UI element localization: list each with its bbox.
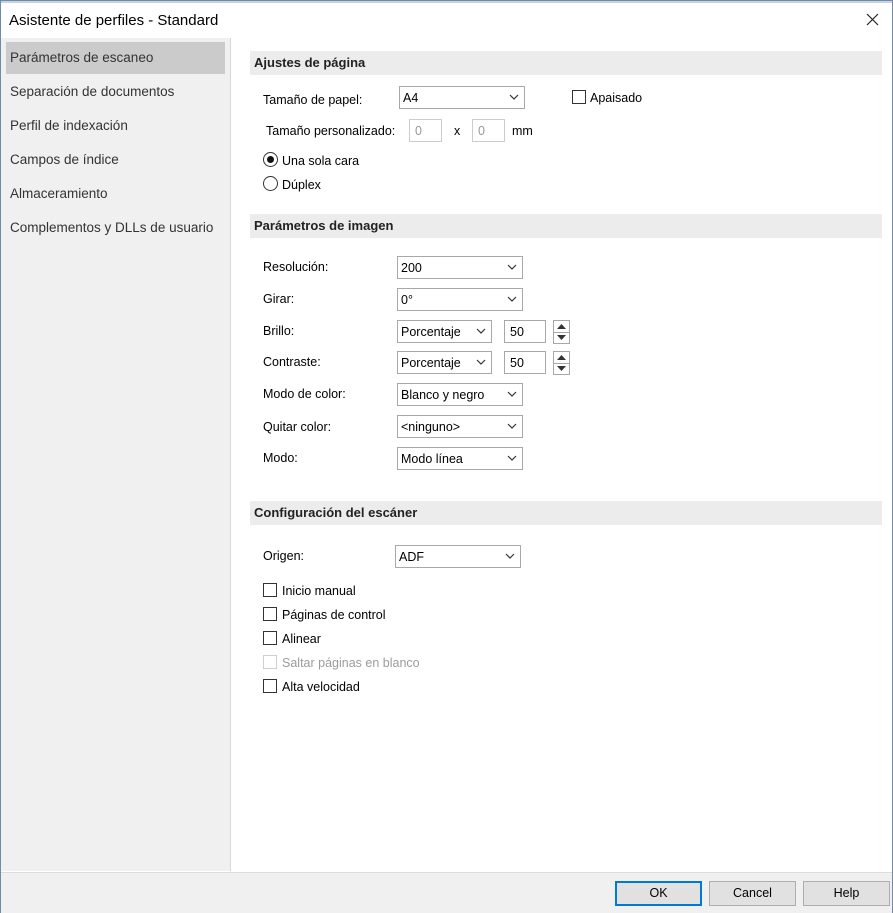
sidebar-item-index-profile[interactable]: Perfil de indexación bbox=[6, 110, 225, 142]
section-title: Parámetros de imagen bbox=[254, 218, 394, 233]
contrast-label: Contraste: bbox=[263, 355, 321, 369]
duplex-label: Dúplex bbox=[282, 178, 321, 192]
control-pages-label: Páginas de control bbox=[282, 608, 386, 622]
chevron-down-icon bbox=[507, 264, 517, 270]
section-image-settings: Parámetros de imagen bbox=[250, 214, 882, 238]
dialog-footer: OK Cancel Help bbox=[1, 872, 892, 913]
control-pages-checkbox[interactable] bbox=[263, 607, 277, 621]
rotate-dropdown[interactable]: 0° bbox=[397, 288, 523, 311]
spinner-down-button[interactable] bbox=[554, 363, 569, 374]
chevron-down-icon bbox=[509, 94, 519, 100]
chevron-down-icon bbox=[476, 359, 486, 365]
sidebar-item-index-fields[interactable]: Campos de índice bbox=[6, 144, 225, 176]
resolution-label: Resolución: bbox=[263, 260, 329, 274]
custom-height-value: 0 bbox=[478, 124, 485, 138]
spinner-down-button[interactable] bbox=[554, 332, 569, 343]
brightness-spinner[interactable] bbox=[553, 320, 570, 344]
single-side-label: Una sola cara bbox=[282, 154, 360, 168]
arrow-down-icon bbox=[557, 366, 566, 371]
help-button[interactable]: Help bbox=[803, 881, 890, 906]
title-bar: Asistente de perfiles - Standard bbox=[1, 3, 892, 37]
source-dropdown[interactable]: ADF bbox=[395, 545, 521, 568]
source-value: ADF bbox=[399, 550, 424, 564]
chevron-down-icon bbox=[507, 455, 517, 461]
brightness-input[interactable]: 50 bbox=[504, 320, 546, 343]
high-speed-checkbox[interactable] bbox=[263, 679, 277, 693]
sidebar-item-scan-parameters[interactable]: Parámetros de escaneo bbox=[6, 42, 225, 74]
section-scanner-settings: Configuración del escáner bbox=[250, 501, 882, 525]
high-speed-label: Alta velocidad bbox=[282, 680, 360, 694]
color-mode-label: Modo de color: bbox=[263, 387, 346, 401]
sidebar-item-storage[interactable]: Almaceramiento bbox=[6, 178, 225, 210]
paper-size-value: A4 bbox=[403, 91, 419, 105]
contrast-input[interactable]: 50 bbox=[504, 351, 546, 374]
radio-dot bbox=[267, 156, 274, 163]
arrow-down-icon bbox=[557, 335, 566, 340]
custom-size-separator: x bbox=[454, 124, 461, 138]
skip-blank-pages-checkbox[interactable] bbox=[263, 655, 277, 669]
close-icon bbox=[866, 13, 879, 26]
brightness-mode-value: Porcentaje bbox=[401, 325, 461, 339]
sidebar-item-document-separation[interactable]: Separación de documentos bbox=[6, 76, 225, 108]
duplex-radio[interactable] bbox=[263, 176, 278, 191]
custom-width-value: 0 bbox=[415, 124, 422, 138]
contrast-spinner[interactable] bbox=[553, 351, 570, 375]
brightness-label: Brillo: bbox=[263, 324, 295, 338]
section-page-settings: Ajustes de página bbox=[250, 51, 882, 75]
custom-height-input[interactable]: 0 bbox=[472, 119, 505, 142]
mode-value: Modo línea bbox=[401, 452, 463, 466]
deskew-checkbox[interactable] bbox=[263, 631, 277, 645]
chevron-down-icon bbox=[505, 553, 515, 559]
mode-label: Modo: bbox=[263, 451, 298, 465]
custom-size-label: Tamaño personalizado: bbox=[266, 124, 396, 138]
manual-start-label: Inicio manual bbox=[282, 584, 356, 598]
paper-size-label: Tamaño de papel: bbox=[263, 93, 363, 107]
contrast-value: 50 bbox=[510, 356, 524, 370]
paper-size-dropdown[interactable]: A4 bbox=[399, 86, 525, 109]
profile-wizard-window: Asistente de perfiles - Standard Parámet… bbox=[0, 0, 893, 913]
rotate-value: 0° bbox=[401, 293, 413, 307]
landscape-label: Apaisado bbox=[590, 91, 643, 105]
arrow-up-icon bbox=[557, 324, 566, 329]
resolution-value: 200 bbox=[401, 261, 422, 275]
deskew-label: Alinear bbox=[282, 632, 321, 646]
arrow-up-icon bbox=[557, 355, 566, 360]
window-title: Asistente de perfiles - Standard bbox=[9, 12, 219, 29]
skip-blank-pages-label: Saltar páginas en blanco bbox=[282, 656, 420, 670]
manual-start-checkbox[interactable] bbox=[263, 583, 277, 597]
single-side-radio[interactable] bbox=[263, 152, 278, 167]
source-label: Origen: bbox=[263, 549, 304, 563]
color-mode-dropdown[interactable]: Blanco y negro bbox=[397, 383, 523, 406]
close-button[interactable] bbox=[858, 7, 888, 33]
section-title: Ajustes de página bbox=[254, 55, 366, 70]
mode-dropdown[interactable]: Modo línea bbox=[397, 447, 523, 470]
brightness-value: 50 bbox=[510, 325, 524, 339]
drop-color-value: <ninguno> bbox=[401, 420, 461, 434]
settings-panel: Ajustes de página Tamaño de papel: A4 Ap… bbox=[232, 38, 892, 871]
custom-unit-label: mm bbox=[512, 124, 533, 138]
sidebar-item-plugins-dlls[interactable]: Complementos y DLLs de usuario bbox=[6, 212, 225, 244]
landscape-checkbox[interactable] bbox=[572, 90, 586, 104]
brightness-mode-dropdown[interactable]: Porcentaje bbox=[397, 320, 492, 343]
custom-width-input[interactable]: 0 bbox=[409, 119, 442, 142]
chevron-down-icon bbox=[507, 423, 517, 429]
drop-color-label: Quitar color: bbox=[263, 420, 332, 434]
section-title: Configuración del escáner bbox=[254, 505, 418, 520]
sidebar: Parámetros de escaneo Separación de docu… bbox=[1, 38, 231, 871]
ok-button[interactable]: OK bbox=[615, 881, 702, 906]
contrast-mode-value: Porcentaje bbox=[401, 356, 461, 370]
chevron-down-icon bbox=[507, 391, 517, 397]
drop-color-dropdown[interactable]: <ninguno> bbox=[397, 415, 523, 438]
chevron-down-icon bbox=[476, 328, 486, 334]
chevron-down-icon bbox=[507, 296, 517, 302]
cancel-button[interactable]: Cancel bbox=[709, 881, 796, 906]
contrast-mode-dropdown[interactable]: Porcentaje bbox=[397, 351, 492, 374]
resolution-dropdown[interactable]: 200 bbox=[397, 256, 523, 279]
color-mode-value: Blanco y negro bbox=[401, 388, 485, 402]
rotate-label: Girar: bbox=[263, 292, 295, 306]
